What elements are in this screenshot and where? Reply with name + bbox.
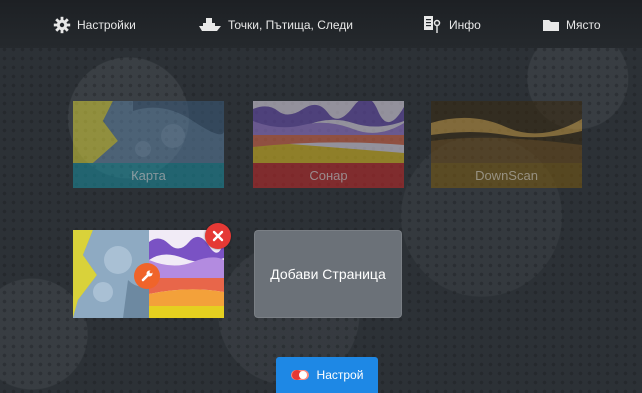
toggle-icon [290,370,309,380]
background-texture [0,0,642,393]
gear-icon [53,16,71,34]
sonar-thumbnail [253,101,404,163]
chart-thumbnail [73,101,224,163]
customize-button[interactable]: Настрой [276,357,378,393]
add-page-button[interactable]: Добави Страница [254,230,402,318]
close-icon [212,230,224,242]
menu-info-label: Инфо [449,18,481,32]
remove-page-button[interactable] [205,223,231,249]
menu-settings[interactable]: Настройки [53,14,136,36]
wrench-icon [141,270,153,282]
menu-storage-label: Място [566,18,601,32]
page-tile-downscan-label: DownScan [431,163,582,188]
boat-icon [199,18,221,31]
page-tile-sonar-label: Сонар [253,163,404,188]
menu-storage[interactable]: Място [542,14,601,36]
page-tile-chart-label: Карта [73,163,224,188]
info-icon [424,16,441,33]
customize-label: Настрой [316,368,364,382]
menu-settings-label: Настройки [77,18,136,32]
page-tile-sonar[interactable]: Сонар [253,101,404,188]
edit-page-button[interactable] [134,263,160,289]
page-tile-chart[interactable]: Карта [73,101,224,188]
menu-waypoints-label: Точки, Пътища, Следи [228,18,353,32]
add-page-label: Добави Страница [270,266,386,282]
menu-info[interactable]: Инфо [423,14,481,36]
folder-icon [543,20,559,31]
page-tile-downscan[interactable]: DownScan [431,101,582,188]
menu-waypoints[interactable]: Точки, Пътища, Следи [198,14,353,36]
downscan-thumbnail [431,101,582,163]
